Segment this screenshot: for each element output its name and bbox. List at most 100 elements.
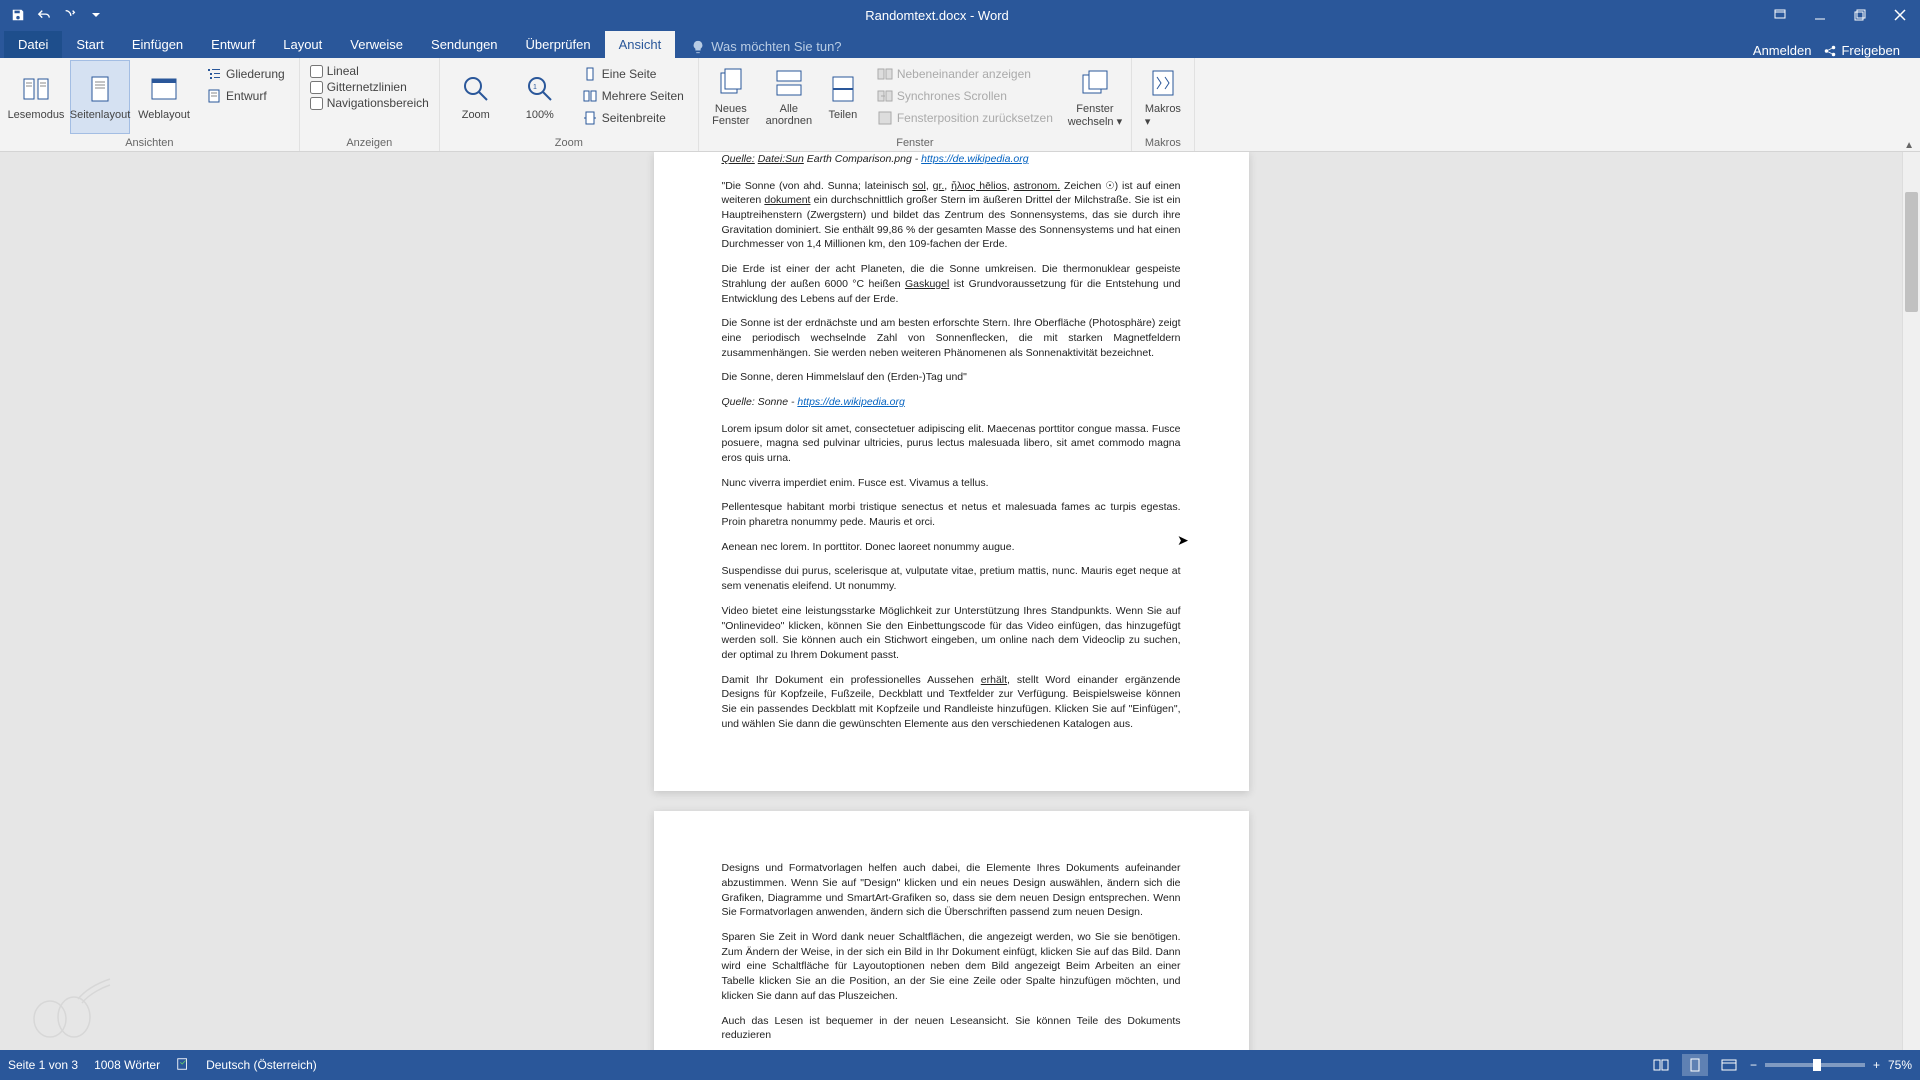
- zoom-group-label: Zoom: [446, 135, 692, 151]
- doc-paragraph: Die Sonne ist der erdnächste und am best…: [722, 316, 1181, 360]
- minimize-icon[interactable]: [1800, 0, 1840, 30]
- source-line-2: Quelle: Sonne - https://de.wikipedia.org: [722, 395, 1181, 410]
- eine-seite-button[interactable]: Eine Seite: [578, 64, 688, 84]
- redo-icon[interactable]: [58, 3, 82, 27]
- page-width-icon: [582, 110, 598, 126]
- doc-paragraph: Aenean nec lorem. In porttitor. Donec la…: [722, 540, 1181, 555]
- doc-paragraph: Nunc viverra imperdiet enim. Fusce est. …: [722, 476, 1181, 491]
- doc-paragraph: Pellentesque habitant morbi tristique se…: [722, 500, 1181, 529]
- ansichten-group-label: Ansichten: [6, 135, 293, 151]
- alle-anordnen-button[interactable]: Alle anordnen: [761, 60, 817, 134]
- web-layout-icon: [148, 73, 180, 105]
- doc-paragraph: Sparen Sie Zeit in Word dank neuer Schal…: [722, 930, 1181, 1003]
- tab-datei[interactable]: Datei: [4, 31, 62, 58]
- tab-entwurf[interactable]: Entwurf: [197, 31, 269, 58]
- zoom-100-icon: 1: [524, 73, 556, 105]
- tab-start[interactable]: Start: [62, 31, 117, 58]
- zoom-level[interactable]: 75%: [1888, 1058, 1912, 1072]
- multi-page-icon: [582, 88, 598, 104]
- zoom-icon: [460, 73, 492, 105]
- svg-text:1: 1: [533, 84, 537, 91]
- zoom-in-btn[interactable]: +: [1873, 1058, 1880, 1072]
- makros-button[interactable]: Makros▾: [1138, 60, 1188, 134]
- gliederung-button[interactable]: Gliederung: [202, 64, 289, 84]
- status-words[interactable]: 1008 Wörter: [94, 1058, 160, 1072]
- doc-paragraph: Auch das Lesen ist bequemer in der neuen…: [722, 1014, 1181, 1043]
- weblayout-button[interactable]: Weblayout: [134, 60, 194, 134]
- doc-paragraph: Designs und Formatvorlagen helfen auch d…: [722, 861, 1181, 920]
- web-layout-view-btn[interactable]: [1716, 1054, 1742, 1076]
- qat-dropdown-icon[interactable]: [84, 3, 108, 27]
- document-page-1[interactable]: Quelle: Datei:Sun Earth Comparison.png -…: [654, 152, 1249, 791]
- zoom-out-btn[interactable]: −: [1750, 1058, 1757, 1072]
- tab-layout[interactable]: Layout: [269, 31, 336, 58]
- navigationsbereich-checkbox[interactable]: Navigationsbereich: [310, 96, 429, 110]
- share-button[interactable]: Freigeben: [1823, 43, 1900, 58]
- doc-paragraph: Damit Ihr Dokument ein professionelles A…: [722, 673, 1181, 732]
- share-label: Freigeben: [1841, 43, 1900, 58]
- doc-paragraph: Die Erde ist einer der acht Planeten, di…: [722, 262, 1181, 306]
- print-layout-view-btn[interactable]: [1682, 1054, 1708, 1076]
- seitenlayout-button[interactable]: Seitenlayout: [70, 60, 130, 134]
- app-title: Randomtext.docx - Word: [114, 8, 1760, 23]
- zoom-100-button[interactable]: 1 100%: [510, 60, 570, 134]
- save-icon[interactable]: [6, 3, 30, 27]
- tab-ansicht[interactable]: Ansicht: [605, 31, 676, 58]
- fenster-wechseln-button[interactable]: Fenster wechseln ▾: [1065, 60, 1125, 134]
- tab-uberprufen[interactable]: Überprüfen: [512, 31, 605, 58]
- doc-paragraph: "Die Sonne (von ahd. Sunna; lateinisch s…: [722, 179, 1181, 252]
- sync-scroll-icon: [877, 88, 893, 104]
- zoom-button[interactable]: Zoom: [446, 60, 506, 134]
- seitenbreite-button[interactable]: Seitenbreite: [578, 108, 688, 128]
- lesemodus-button[interactable]: Lesemodus: [6, 60, 66, 134]
- watermark-icon: [30, 975, 114, 1044]
- tab-verweise[interactable]: Verweise: [336, 31, 417, 58]
- print-layout-icon: [84, 73, 116, 105]
- vertical-scrollbar[interactable]: [1902, 152, 1920, 1050]
- collapse-ribbon-icon[interactable]: ▲: [1904, 140, 1914, 151]
- reset-pos-icon: [877, 110, 893, 126]
- split-icon: [827, 73, 859, 105]
- scroll-thumb[interactable]: [1905, 192, 1918, 312]
- teilen-button[interactable]: Teilen: [821, 60, 865, 134]
- source-line-1: Quelle: Datei:Sun Earth Comparison.png -…: [722, 152, 1181, 167]
- sign-in-link[interactable]: Anmelden: [1753, 43, 1812, 58]
- document-area[interactable]: Quelle: Datei:Sun Earth Comparison.png -…: [0, 152, 1902, 1050]
- neues-fenster-button[interactable]: Neues Fenster: [705, 60, 757, 134]
- tell-me-label: Was möchten Sie tun?: [711, 39, 841, 54]
- read-mode-icon: [20, 73, 52, 105]
- zoom-slider[interactable]: [1765, 1063, 1865, 1067]
- draft-icon: [206, 88, 222, 104]
- one-page-icon: [582, 66, 598, 82]
- tab-sendungen[interactable]: Sendungen: [417, 31, 512, 58]
- gitternetzlinien-checkbox[interactable]: Gitternetzlinien: [310, 80, 429, 94]
- undo-icon[interactable]: [32, 3, 56, 27]
- new-window-icon: [715, 67, 747, 99]
- tab-einfugen[interactable]: Einfügen: [118, 31, 197, 58]
- status-page[interactable]: Seite 1 von 3: [8, 1058, 78, 1072]
- fenster-group-label: Fenster: [705, 135, 1125, 151]
- status-language[interactable]: Deutsch (Österreich): [206, 1058, 317, 1072]
- lightbulb-icon: [691, 40, 705, 54]
- doc-paragraph: Die Sonne, deren Himmelslauf den (Erden-…: [722, 370, 1181, 385]
- lineal-checkbox[interactable]: Lineal: [310, 64, 429, 78]
- ribbon-display-icon[interactable]: [1760, 0, 1800, 30]
- entwurf-button[interactable]: Entwurf: [202, 86, 289, 106]
- doc-paragraph: Suspendisse dui purus, scelerisque at, v…: [722, 564, 1181, 593]
- synchrones-button: Synchrones Scrollen: [873, 86, 1057, 106]
- document-page-2[interactable]: Designs und Formatvorlagen helfen auch d…: [654, 811, 1249, 1050]
- maximize-icon[interactable]: [1840, 0, 1880, 30]
- zoom-slider-thumb[interactable]: [1813, 1059, 1821, 1071]
- mehrere-seiten-button[interactable]: Mehrere Seiten: [578, 86, 688, 106]
- switch-window-icon: [1079, 67, 1111, 99]
- read-mode-view-btn[interactable]: [1648, 1054, 1674, 1076]
- macros-icon: [1147, 67, 1179, 99]
- status-proofing-icon[interactable]: [176, 1057, 190, 1074]
- close-icon[interactable]: [1880, 0, 1920, 30]
- fensterposition-button: Fensterposition zurücksetzen: [873, 108, 1057, 128]
- tell-me-search[interactable]: Was möchten Sie tun?: [683, 35, 849, 58]
- doc-paragraph: Video bietet eine leistungsstarke Möglic…: [722, 604, 1181, 663]
- outline-icon: [206, 66, 222, 82]
- nebeneinander-button: Nebeneinander anzeigen: [873, 64, 1057, 84]
- side-by-side-icon: [877, 66, 893, 82]
